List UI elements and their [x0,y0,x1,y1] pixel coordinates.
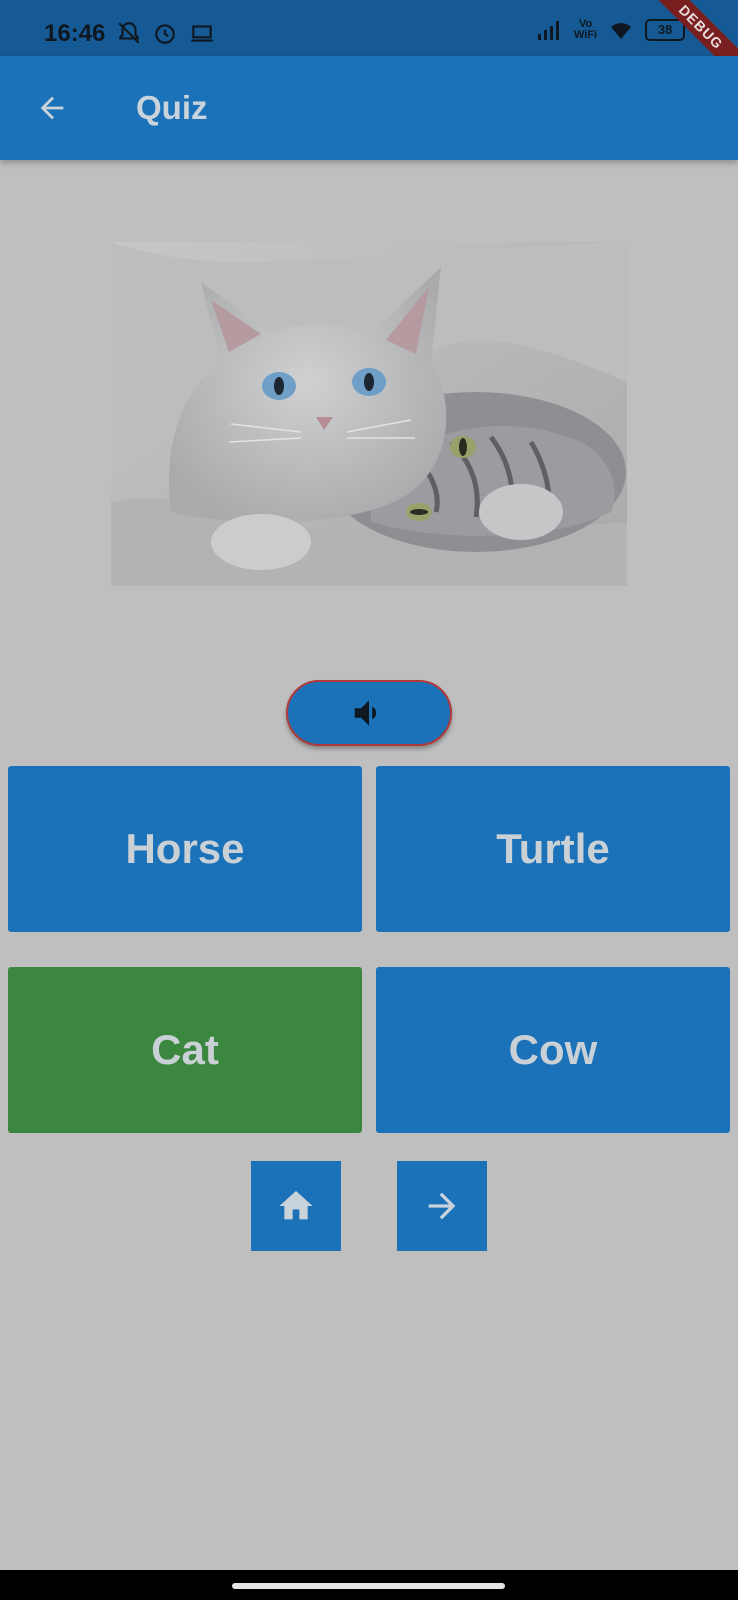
arrow-back-icon [40,96,64,120]
arrow-forward-icon [428,1192,456,1220]
home-icon [279,1191,313,1220]
laptop-icon [191,25,213,42]
answer-button-horse[interactable]: Horse [8,766,362,932]
cats-illustration [111,242,627,586]
vowifi-indicator: Vo WiFi [574,19,597,41]
page-title: Quiz [136,89,208,126]
volume-up-icon [354,700,377,726]
alarm-icon [155,24,175,44]
quiz-image [111,242,627,586]
next-button[interactable] [397,1161,487,1251]
status-icons-left [116,20,216,46]
answer-button-cow[interactable]: Cow [376,967,730,1133]
answer-button-cat[interactable]: Cat [8,967,362,1133]
signal-icon [538,21,559,40]
bell-off-icon [118,22,140,44]
play-sound-button[interactable] [286,680,452,746]
gesture-handle[interactable] [232,1583,505,1589]
vowifi-bottom: WiFi [574,29,598,41]
answer-button-turtle[interactable]: Turtle [376,766,730,932]
wifi-icon [611,23,632,39]
app-bar: Quiz [0,56,738,160]
home-button[interactable] [251,1161,341,1251]
status-time: 16:46 [44,20,106,47]
status-bar: 16:46 Vo WiFi 38 DEBUG [0,0,738,88]
back-button[interactable] [28,84,76,132]
battery-indicator: 38 [645,19,686,41]
status-icons-right: Vo WiFi 38 [536,18,686,42]
